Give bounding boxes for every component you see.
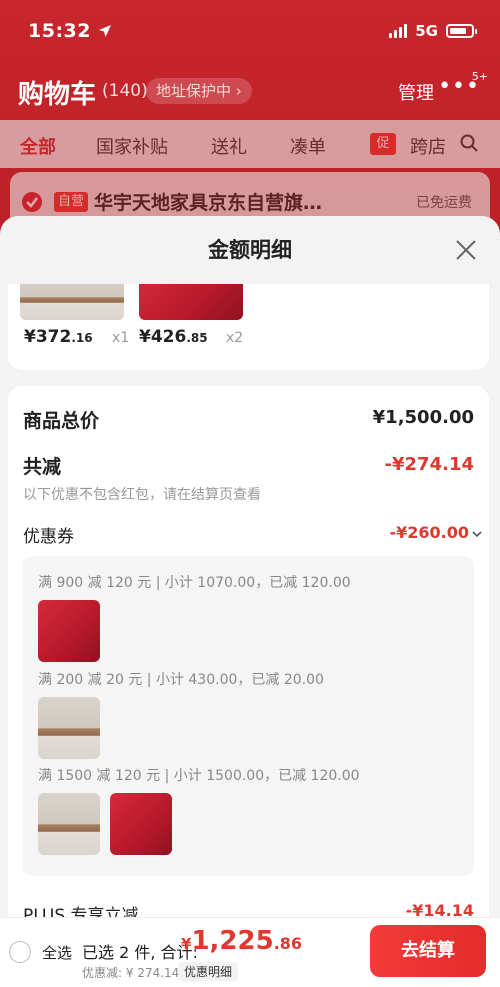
coupon-product-thumbnail — [110, 793, 172, 855]
product-summary-card: ¥372.16 x1 ¥426.85 x2 — [8, 284, 489, 370]
coupon-product-thumbnail — [38, 600, 100, 662]
select-all-checkbox[interactable] — [9, 941, 31, 963]
coupon-value[interactable]: -¥260.00 — [389, 523, 469, 542]
tab-all[interactable]: 全部 — [20, 133, 56, 159]
location-arrow-icon — [99, 25, 112, 37]
store-name[interactable]: 华宇天地家具京东自营旗… — [94, 188, 322, 215]
tab-gift[interactable]: 送礼 — [211, 133, 247, 159]
product-thumbnail — [139, 284, 243, 320]
total-amount: ¥1,225.86 — [181, 926, 303, 956]
search-icon[interactable] — [460, 134, 478, 152]
cart-header: 购物车 (140) 地址保护中 › 管理 ••• 5+ — [0, 66, 500, 116]
check-icon — [26, 197, 38, 208]
total-price-value: ¥1,500.00 — [372, 407, 474, 428]
product-quantity: x1 — [112, 330, 130, 346]
amount-breakdown-card: 商品总价 ¥1,500.00 共减 -¥274.14 以下优惠不包含红包，请在结… — [8, 386, 489, 987]
more-badge: 5+ — [471, 70, 488, 83]
coupon-product-thumbnail — [38, 793, 100, 855]
free-shipping-label: 已免运费 — [416, 195, 472, 211]
product-quantity: x2 — [226, 330, 244, 346]
select-all-label[interactable]: 全选 — [42, 942, 72, 963]
sheet-title: 金额明细 — [208, 238, 292, 262]
discount-summary: 优惠减: ¥ 274.14 — [82, 966, 180, 980]
status-bar: 15:32 5G — [0, 0, 500, 64]
amount-detail-sheet: 金额明细 ¥372.16 x1 ¥426.85 x2 商品总价 ¥1,500.0… — [0, 216, 500, 987]
self-operated-tag: 自营 — [54, 192, 89, 212]
store-checkbox[interactable] — [22, 192, 42, 212]
address-protect-pill[interactable]: 地址保护中 › — [146, 78, 252, 104]
tab-national-subsidy[interactable]: 国家补贴 — [96, 133, 168, 159]
coupon-line: 满 900 减 120 元 | 小计 1070.00，已减 120.00 — [38, 575, 351, 591]
discount-detail-button[interactable]: 优惠明细 — [178, 962, 239, 981]
network-label: 5G — [415, 22, 438, 40]
total-reduce-value: -¥274.14 — [384, 454, 474, 475]
cart-title: 购物车 — [18, 80, 97, 110]
total-price-label: 商品总价 — [23, 410, 100, 432]
product-price: ¥372.16 — [24, 327, 93, 347]
coupon-line: 满 200 减 20 元 | 小计 430.00，已减 20.00 — [38, 672, 324, 688]
close-icon[interactable] — [454, 238, 478, 262]
checkout-button[interactable]: 去结算 — [370, 925, 486, 977]
coupon-breakdown-box: 满 900 减 120 元 | 小计 1070.00，已减 120.00 满 2… — [23, 556, 474, 876]
cart-tabs: 全部 国家补贴 送礼 凑单 促 跨店 — [0, 120, 500, 168]
battery-icon — [446, 24, 477, 38]
address-pill-label: 地址保护中 › — [156, 82, 242, 100]
status-indicators: 5G — [389, 22, 477, 40]
tab-cross-store[interactable]: 跨店 — [410, 133, 446, 159]
cart-count: (140) — [102, 81, 148, 101]
reduce-note: 以下优惠不包含红包，请在结算页查看 — [23, 487, 261, 503]
checkout-bar: 全选 已选 2 件, 合计: ¥1,225.86 优惠减: ¥ 274.14 优… — [0, 917, 500, 987]
coupon-line: 满 1500 减 120 元 | 小计 1500.00，已减 120.00 — [38, 768, 360, 784]
tab-add-on[interactable]: 凑单 — [290, 133, 326, 159]
product-thumbnail — [20, 284, 124, 320]
chevron-down-icon[interactable] — [471, 528, 483, 540]
product-price: ¥426.85 — [139, 327, 208, 347]
coupon-label: 优惠券 — [23, 527, 74, 547]
signal-icon — [389, 24, 408, 38]
coupon-product-thumbnail — [38, 697, 100, 759]
promo-tag: 促 — [370, 133, 396, 155]
status-time: 15:32 — [28, 20, 112, 42]
manage-button[interactable]: 管理 — [398, 79, 434, 105]
total-reduce-label: 共减 — [23, 456, 62, 478]
